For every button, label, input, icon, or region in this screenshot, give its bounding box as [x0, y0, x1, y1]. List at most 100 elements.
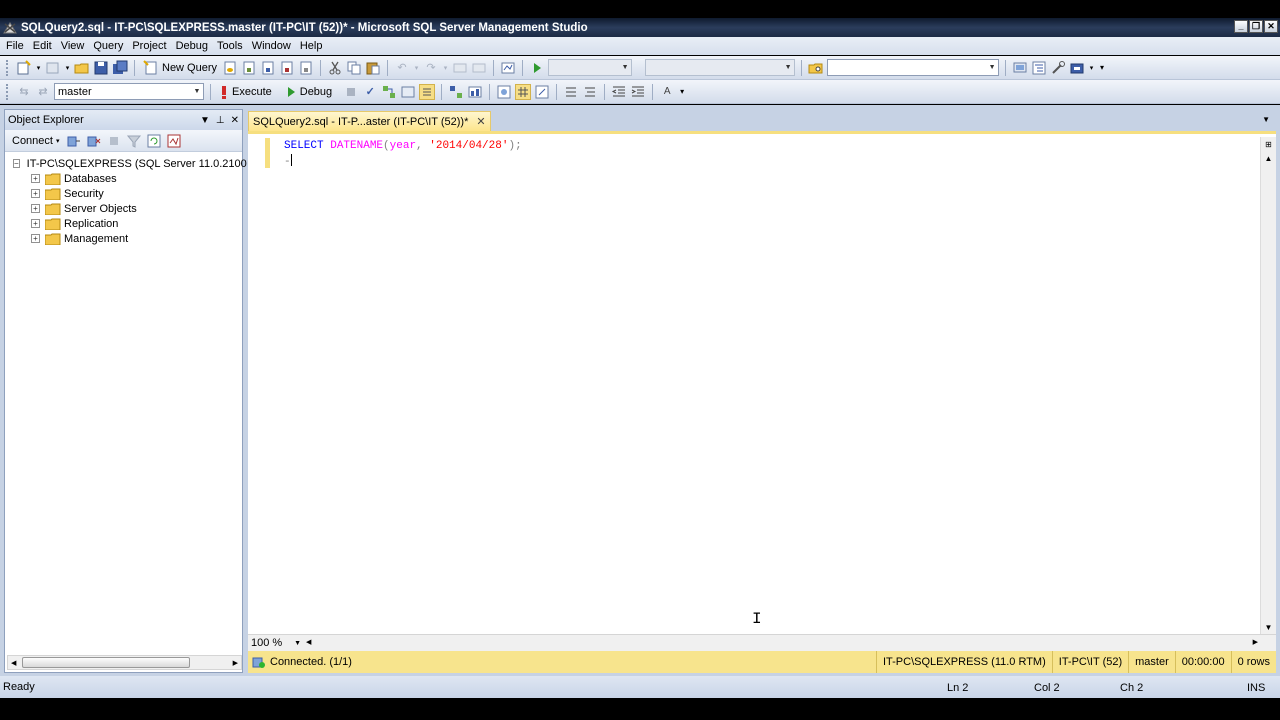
- object-explorer-hscrollbar[interactable]: ◀ ▶: [7, 655, 242, 670]
- tree-node-replication[interactable]: + Replication: [5, 216, 242, 231]
- split-icon[interactable]: ⊞: [1261, 137, 1276, 151]
- analysis-services-query-icon[interactable]: [241, 60, 257, 76]
- decrease-indent-icon[interactable]: [611, 84, 627, 100]
- scroll-down-icon[interactable]: ▼: [1261, 620, 1276, 634]
- scroll-left-icon[interactable]: ◀: [8, 659, 16, 667]
- window-position-dropdown-icon[interactable]: ▼: [200, 115, 210, 126]
- expand-icon[interactable]: +: [31, 234, 40, 243]
- paste-icon[interactable]: [365, 60, 381, 76]
- menu-edit[interactable]: Edit: [30, 40, 58, 52]
- uncomment-icon[interactable]: [582, 84, 598, 100]
- object-explorer-icon[interactable]: [1031, 60, 1047, 76]
- save-icon[interactable]: [93, 60, 109, 76]
- scroll-right-icon[interactable]: ▶: [1253, 638, 1258, 646]
- menu-file[interactable]: File: [3, 40, 30, 52]
- pin-icon[interactable]: ⊥: [216, 115, 225, 126]
- connect-button[interactable]: Connect ▾: [10, 135, 62, 147]
- work-area: Object Explorer ▼ ⊥ ✕ Connect ▾ − IT-PC\S…: [0, 105, 1280, 676]
- refresh-icon[interactable]: [146, 133, 162, 149]
- new-project-icon[interactable]: [16, 59, 32, 76]
- results-to-grid-icon[interactable]: [515, 83, 532, 100]
- toolbox-icon[interactable]: [1069, 60, 1085, 76]
- comment-out-icon[interactable]: [563, 84, 579, 100]
- dropdown-arrow-icon[interactable]: ▾: [1088, 60, 1095, 76]
- expand-icon[interactable]: +: [31, 204, 40, 213]
- folder-icon: [45, 218, 61, 230]
- activity-monitor-icon[interactable]: [166, 133, 182, 149]
- zoom-select[interactable]: 100 % ▼: [248, 636, 304, 651]
- dropdown-arrow-icon[interactable]: ▾: [64, 60, 71, 76]
- close-tab-icon[interactable]: ✕: [476, 115, 485, 128]
- disconnect-icon[interactable]: [86, 133, 102, 149]
- specify-template-values-icon[interactable]: A: [659, 84, 675, 100]
- copy-icon[interactable]: [346, 60, 362, 76]
- mdx-query-icon[interactable]: [260, 60, 276, 76]
- scroll-left-icon[interactable]: ◀: [306, 638, 311, 646]
- display-execution-plan-icon[interactable]: [500, 60, 516, 76]
- toolbar-grip[interactable]: [6, 59, 10, 76]
- scroll-right-icon[interactable]: ▶: [233, 659, 241, 667]
- intellisense-icon[interactable]: [419, 83, 436, 100]
- chevron-down-icon: ▾: [55, 137, 60, 145]
- parse-icon[interactable]: ✓: [362, 84, 378, 100]
- find-in-files-icon[interactable]: [808, 60, 824, 76]
- xmla-query-icon[interactable]: [298, 60, 314, 76]
- include-actual-plan-icon[interactable]: [448, 84, 464, 100]
- dropdown-arrow-icon[interactable]: ▾: [35, 60, 42, 76]
- save-all-icon[interactable]: [112, 60, 128, 76]
- collapse-icon[interactable]: −: [13, 159, 20, 168]
- expand-icon[interactable]: +: [31, 189, 40, 198]
- active-files-dropdown-icon[interactable]: ▼: [1262, 115, 1270, 124]
- results-to-text-icon[interactable]: [496, 84, 512, 100]
- tree-node-management[interactable]: + Management: [5, 231, 242, 246]
- database-engine-query-icon[interactable]: [222, 60, 238, 76]
- new-query-button[interactable]: New Query: [141, 59, 219, 76]
- sql-code[interactable]: SELECT DATENAME(year, '2014/04/28'); -: [284, 139, 522, 170]
- close-panel-icon[interactable]: ✕: [231, 115, 239, 126]
- dmx-query-icon[interactable]: [279, 60, 295, 76]
- results-to-file-icon[interactable]: [534, 84, 550, 100]
- scroll-thumb[interactable]: [22, 657, 190, 668]
- start-debugging-icon[interactable]: [529, 60, 545, 76]
- code-editor[interactable]: SELECT DATENAME(year, '2014/04/28'); - ⊞…: [248, 131, 1276, 634]
- include-client-statistics-icon[interactable]: [467, 84, 483, 100]
- document-tab[interactable]: SQLQuery2.sql - IT-P...aster (IT-PC\IT (…: [248, 111, 491, 131]
- cut-icon[interactable]: [327, 60, 343, 76]
- menu-query[interactable]: Query: [90, 40, 129, 52]
- menu-debug[interactable]: Debug: [173, 40, 214, 52]
- toolbar-grip[interactable]: [6, 83, 10, 100]
- menu-window[interactable]: Window: [249, 40, 297, 52]
- object-explorer-tree: − IT-PC\SQLEXPRESS (SQL Server 11.0.2100…: [5, 152, 247, 246]
- available-databases-select[interactable]: master ▼: [54, 83, 204, 100]
- find-combo[interactable]: ▼: [827, 59, 1000, 76]
- menu-tools[interactable]: Tools: [214, 40, 249, 52]
- editor-vscrollbar[interactable]: ⊞ ▲ ▼: [1260, 137, 1276, 634]
- toolbar-options-icon[interactable]: ▾: [1098, 60, 1106, 76]
- add-item-icon[interactable]: [45, 60, 61, 76]
- increase-indent-icon[interactable]: [630, 84, 646, 100]
- tree-node-security[interactable]: + Security: [5, 186, 242, 201]
- minimize-button[interactable]: _: [1234, 20, 1248, 33]
- close-button[interactable]: ✕: [1264, 20, 1278, 33]
- status-insert-mode: INS: [1247, 682, 1266, 694]
- query-designer-icon[interactable]: [400, 84, 416, 100]
- expand-icon[interactable]: +: [31, 219, 40, 228]
- menu-view[interactable]: View: [58, 40, 91, 52]
- tree-node-server-objects[interactable]: + Server Objects: [5, 201, 242, 216]
- properties-window-icon[interactable]: [1050, 60, 1066, 76]
- registered-servers-icon[interactable]: [1012, 60, 1028, 76]
- editor-hscrollbar[interactable]: ◀ ▶: [304, 636, 1276, 651]
- tree-node-server[interactable]: − IT-PC\SQLEXPRESS (SQL Server 11.0.2100: [5, 156, 247, 171]
- menu-help[interactable]: Help: [297, 40, 329, 52]
- scroll-up-icon[interactable]: ▲: [1261, 151, 1276, 165]
- expand-icon[interactable]: +: [31, 174, 40, 183]
- connect-object-explorer-icon[interactable]: [66, 133, 82, 149]
- execute-button[interactable]: Execute: [217, 84, 274, 100]
- menu-project[interactable]: Project: [129, 40, 172, 52]
- debug-button[interactable]: Debug: [283, 84, 334, 100]
- open-file-icon[interactable]: [74, 60, 90, 76]
- tree-node-databases[interactable]: + Databases: [5, 171, 242, 186]
- display-estimated-plan-icon[interactable]: [381, 84, 397, 100]
- restore-button[interactable]: ❐: [1249, 20, 1263, 33]
- toolbar-options-icon[interactable]: ▾: [678, 84, 686, 100]
